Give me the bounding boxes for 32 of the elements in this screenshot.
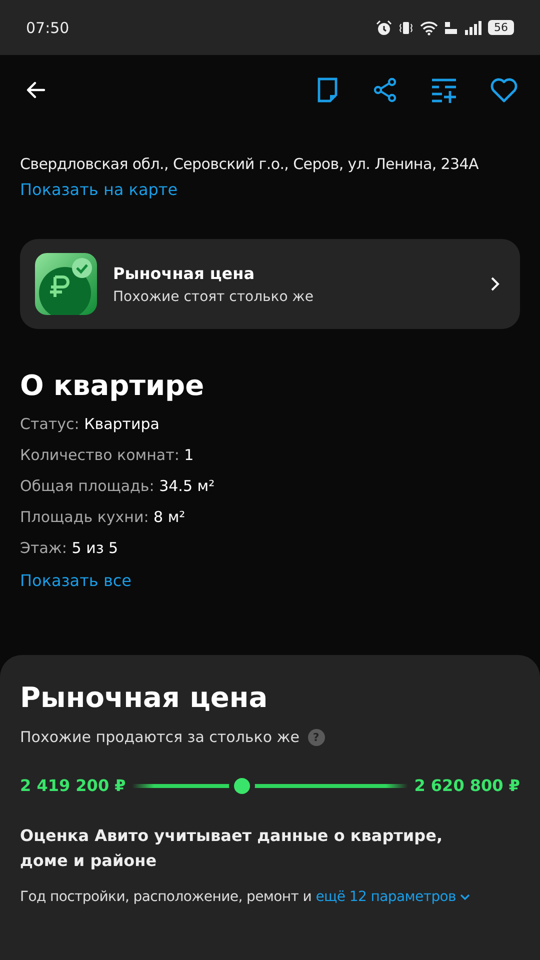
ruble-badge-icon: [35, 253, 97, 315]
max-price: 2 620 800 ₽: [414, 776, 520, 795]
vibrate-icon: [398, 20, 414, 36]
battery-level: 56: [488, 20, 514, 35]
note-icon[interactable]: [316, 77, 340, 103]
apartment-parameter: Статус: Квартира: [20, 414, 160, 435]
show-on-map-link[interactable]: Показать на карте: [20, 180, 178, 199]
min-price: 2 419 200 ₽: [20, 776, 126, 795]
card-subtitle: Похожие стоят столько же: [113, 288, 314, 304]
more-parameters-link[interactable]: ещё 12 параметров: [316, 889, 470, 905]
clock-time: 07:50: [26, 18, 70, 36]
signal-icon: [464, 20, 482, 36]
sheet-subtitle: Похожие продаются за столько же: [20, 728, 300, 746]
share-icon[interactable]: [372, 77, 398, 103]
apartment-parameter: Количество комнат: 1: [20, 445, 195, 466]
apartment-parameter: Общая площадь: 34.5 м²: [20, 476, 215, 497]
alarm-icon: [376, 20, 392, 36]
show-all-link[interactable]: Показать все: [20, 571, 132, 590]
address-text: Свердловская обл., Серовский г.о., Серов, ул. Ленина, 234А: [20, 154, 478, 175]
estimate-note: Год постройки, расположение, ремонт и ещё 12 параметров: [20, 889, 520, 905]
card-title: Рыночная цена: [113, 264, 256, 282]
estimate-heading: Оценка Авито учитывает данные о квартире, доме и районе: [20, 825, 444, 872]
heart-icon[interactable]: [490, 77, 518, 103]
sheet-title: Рыночная цена: [20, 681, 269, 714]
chevron-right-icon: [490, 276, 500, 292]
apartment-parameter: Этаж: 5 из 5: [20, 538, 120, 559]
chevron-down-icon: [460, 893, 470, 901]
section-title: О квартире: [20, 369, 204, 402]
apartment-parameter: Площадь кухни: 8 м²: [20, 507, 186, 528]
compare-list-icon[interactable]: [430, 77, 458, 103]
market-price-card[interactable]: Рыночная цена Похожие стоят столько же: [20, 239, 520, 329]
wifi-icon: [420, 20, 438, 36]
